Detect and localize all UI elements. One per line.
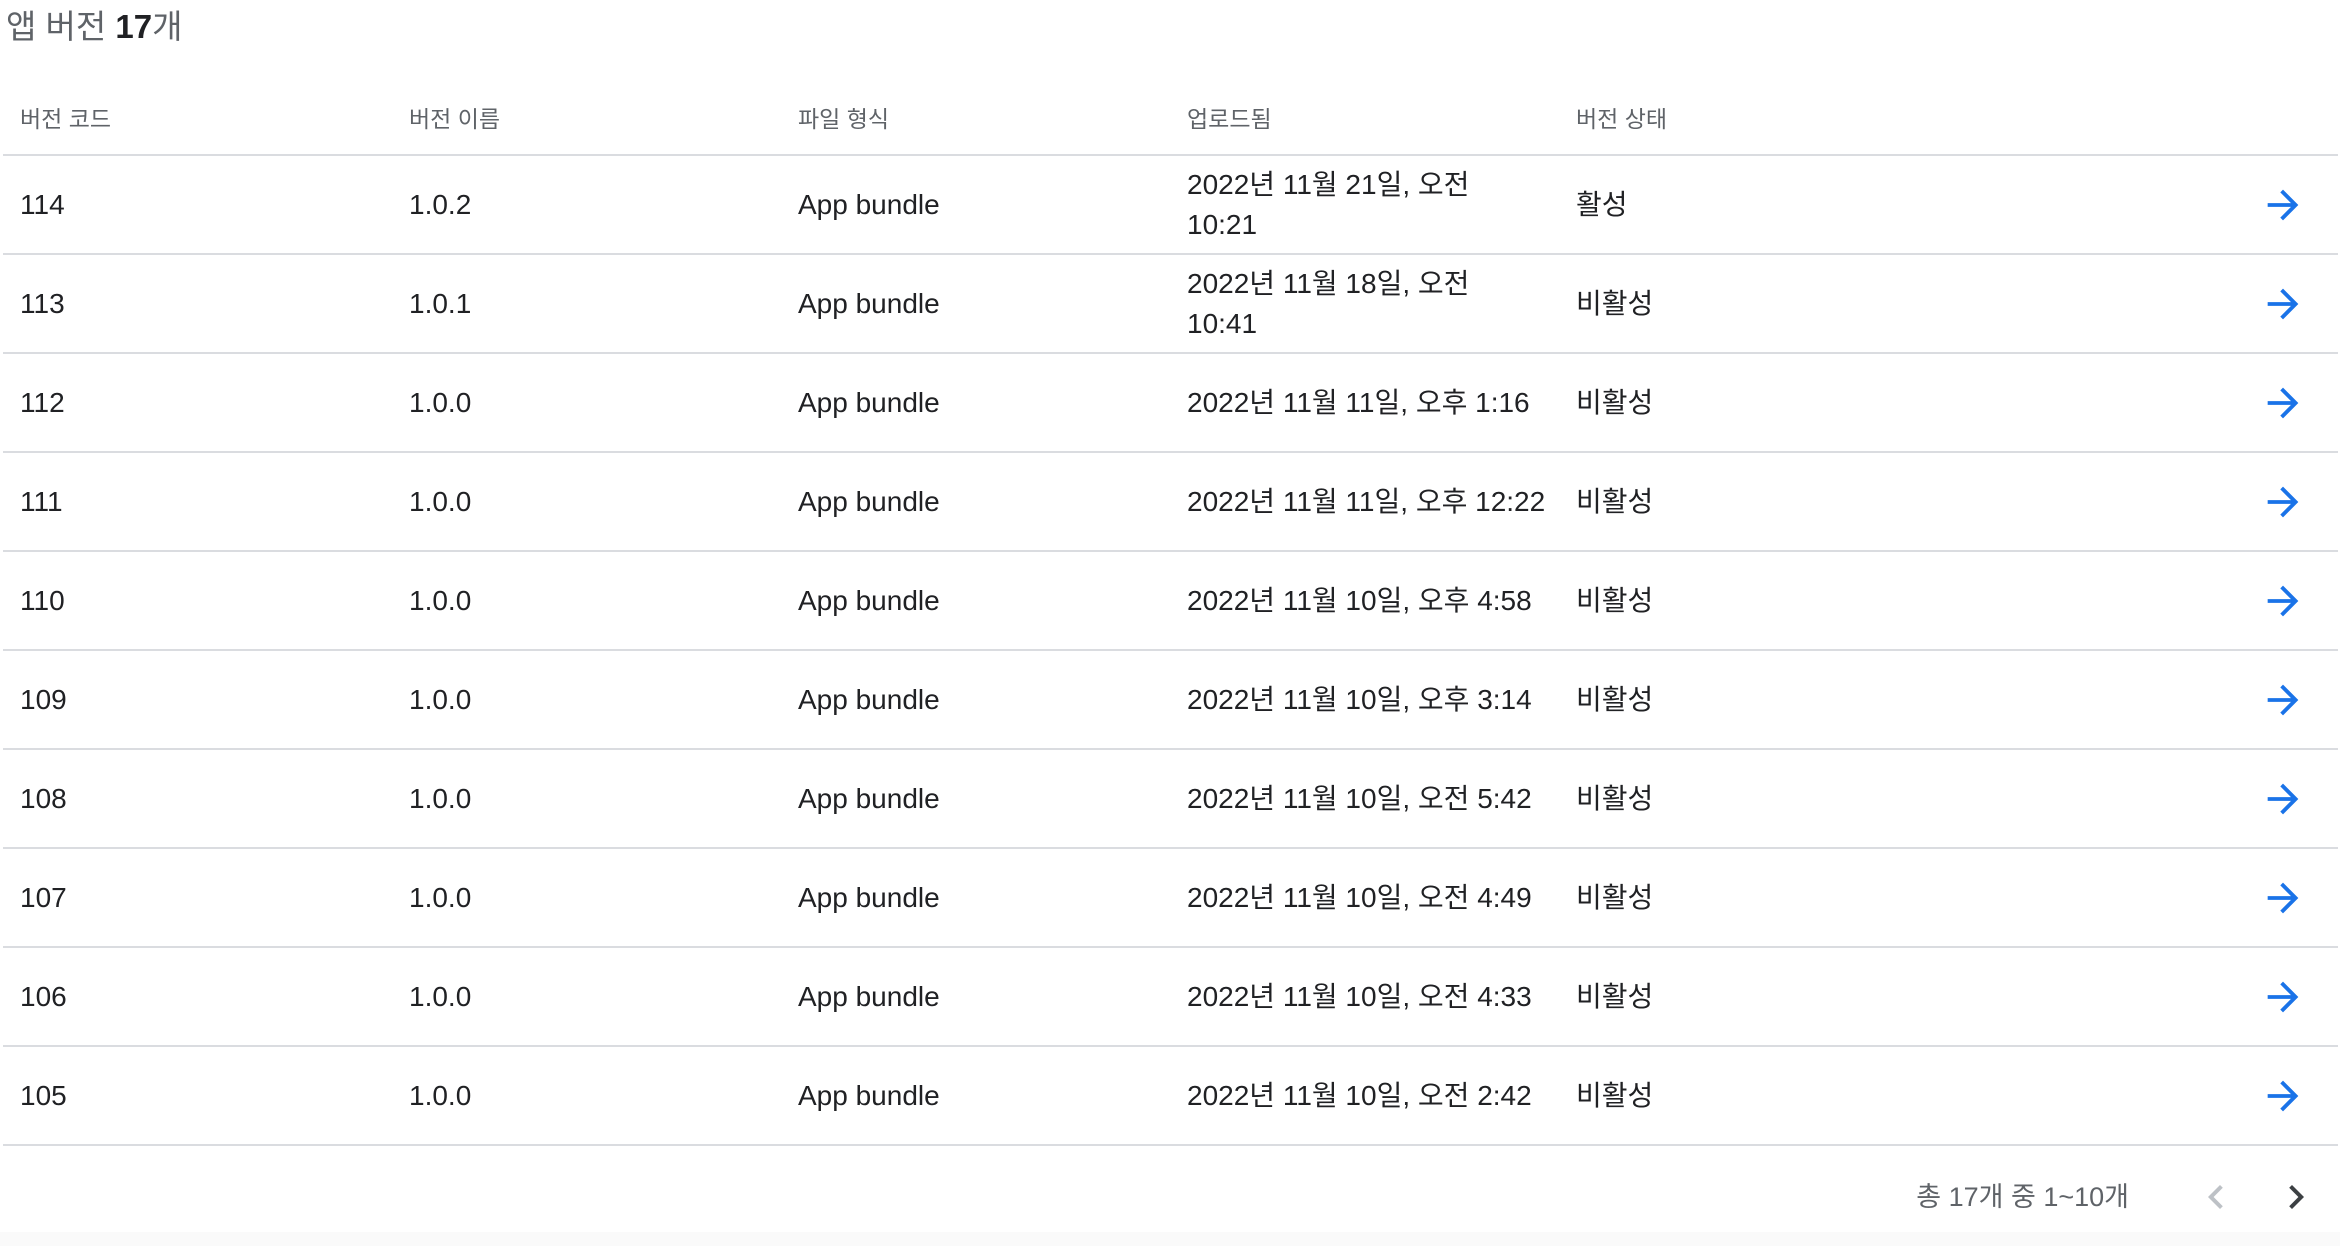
view-version-button[interactable] <box>2260 1073 2306 1119</box>
version-code-cell: 112 <box>20 386 65 418</box>
view-version-button[interactable] <box>2260 677 2306 723</box>
version-status-cell: 활성 <box>1576 188 1628 220</box>
table-row[interactable]: 107 1.0.0 App bundle 2022년 11월 10일, 오전 4:49… <box>3 849 2338 948</box>
version-code-cell: 107 <box>20 881 67 913</box>
table-row[interactable]: 108 1.0.0 App bundle 2022년 11월 10일, 오전 5:42… <box>3 750 2338 849</box>
view-version-button[interactable] <box>2260 974 2306 1020</box>
chevron-right-icon <box>2289 1185 2304 1209</box>
arrow-right-icon <box>2267 189 2299 221</box>
version-code-cell: 111 <box>20 485 63 517</box>
uploaded-cell: 2022년 11월 11일, 오후 12:22 <box>1187 485 1546 517</box>
version-code-cell: 114 <box>20 188 65 220</box>
version-status-cell: 비활성 <box>1576 485 1654 517</box>
version-name-cell: 1.0.0 <box>409 782 472 814</box>
file-format-cell: App bundle <box>798 1079 940 1111</box>
column-header-uploaded[interactable]: 업로드됨 <box>1187 84 1547 154</box>
next-page-button[interactable] <box>2272 1173 2320 1221</box>
file-format-cell: App bundle <box>798 881 940 913</box>
uploaded-cell: 2022년 11월 10일, 오후 3:14 <box>1187 683 1532 715</box>
version-name-cell: 1.0.0 <box>409 881 472 913</box>
version-code-cell: 113 <box>20 287 65 319</box>
version-name-cell: 1.0.2 <box>409 188 472 220</box>
version-status-cell: 비활성 <box>1576 683 1654 715</box>
version-code-cell: 110 <box>20 584 65 616</box>
version-name-cell: 1.0.0 <box>409 584 472 616</box>
version-code-cell: 108 <box>20 782 67 814</box>
version-count: 17 <box>115 8 153 45</box>
file-format-cell: App bundle <box>798 584 940 616</box>
app-versions-table: 버전 코드 버전 이름 파일 형식 업로드됨 버전 상태 114 1.0.2 App… <box>3 84 2338 1146</box>
pagination-footer: 총 17개 중 1~10개 <box>0 1162 2340 1232</box>
view-version-button[interactable] <box>2260 875 2306 921</box>
uploaded-cell: 2022년 11월 10일, 오후 4:58 <box>1187 584 1532 616</box>
file-format-cell: App bundle <box>798 188 940 220</box>
arrow-right-icon <box>2267 783 2299 815</box>
column-header-version-status[interactable]: 버전 상태 <box>1576 84 1876 154</box>
arrow-right-icon <box>2267 882 2299 914</box>
page-title-suffix: 개 <box>152 8 183 45</box>
version-name-cell: 1.0.1 <box>409 287 472 319</box>
table-row[interactable]: 113 1.0.1 App bundle 2022년 11월 18일, 오전 10:4… <box>3 255 2338 354</box>
uploaded-cell: 2022년 11월 10일, 오전 4:33 <box>1187 980 1532 1012</box>
file-format-cell: App bundle <box>798 386 940 418</box>
view-version-button[interactable] <box>2260 380 2306 426</box>
version-name-cell: 1.0.0 <box>409 386 472 418</box>
version-code-cell: 106 <box>20 980 67 1012</box>
arrow-right-icon <box>2267 387 2299 419</box>
view-version-button[interactable] <box>2260 776 2306 822</box>
table-row[interactable]: 112 1.0.0 App bundle 2022년 11월 11일, 오후 1:16… <box>3 354 2338 453</box>
table-row[interactable]: 105 1.0.0 App bundle 2022년 11월 10일, 오전 2:42… <box>3 1047 2338 1146</box>
arrow-right-icon <box>2267 1080 2299 1112</box>
file-format-cell: App bundle <box>798 782 940 814</box>
version-code-cell: 109 <box>20 683 67 715</box>
view-version-button[interactable] <box>2260 479 2306 525</box>
version-status-cell: 비활성 <box>1576 386 1654 418</box>
version-name-cell: 1.0.0 <box>409 1079 472 1111</box>
version-status-cell: 비활성 <box>1576 881 1654 913</box>
version-status-cell: 비활성 <box>1576 287 1654 319</box>
page-title-prefix: 앱 버전 <box>6 8 116 45</box>
version-status-cell: 비활성 <box>1576 782 1654 814</box>
pagination-range: 총 17개 중 1~10개 <box>1916 1182 2129 1212</box>
table-row[interactable]: 114 1.0.2 App bundle 2022년 11월 21일, 오전 10:2… <box>3 156 2338 255</box>
file-format-cell: App bundle <box>798 287 940 319</box>
arrow-right-icon <box>2267 684 2299 716</box>
uploaded-cell: 2022년 11월 10일, 오전 5:42 <box>1187 782 1532 814</box>
version-code-cell: 105 <box>20 1079 67 1111</box>
table-row[interactable]: 111 1.0.0 App bundle 2022년 11월 11일, 오후 12:2… <box>3 453 2338 552</box>
uploaded-cell: 2022년 11월 18일, 오전 10:41 <box>1187 267 1470 339</box>
view-version-button[interactable] <box>2260 182 2306 228</box>
column-header-version-code[interactable]: 버전 코드 <box>20 84 380 154</box>
version-name-cell: 1.0.0 <box>409 485 472 517</box>
uploaded-cell: 2022년 11월 10일, 오전 2:42 <box>1187 1079 1532 1111</box>
table-header: 버전 코드 버전 이름 파일 형식 업로드됨 버전 상태 <box>3 84 2338 156</box>
view-version-button[interactable] <box>2260 281 2306 327</box>
version-status-cell: 비활성 <box>1576 584 1654 616</box>
version-name-cell: 1.0.0 <box>409 980 472 1012</box>
view-version-button[interactable] <box>2260 578 2306 624</box>
column-header-version-name[interactable]: 버전 이름 <box>409 84 769 154</box>
table-row[interactable]: 106 1.0.0 App bundle 2022년 11월 10일, 오전 4:33… <box>3 948 2338 1047</box>
uploaded-cell: 2022년 11월 10일, 오전 4:49 <box>1187 881 1532 913</box>
arrow-right-icon <box>2267 981 2299 1013</box>
version-name-cell: 1.0.0 <box>409 683 472 715</box>
file-format-cell: App bundle <box>798 980 940 1012</box>
arrow-right-icon <box>2267 288 2299 320</box>
version-status-cell: 비활성 <box>1576 980 1654 1012</box>
chevron-left-icon <box>2208 1185 2223 1209</box>
uploaded-cell: 2022년 11월 21일, 오전 10:21 <box>1187 168 1470 240</box>
uploaded-cell: 2022년 11월 11일, 오후 1:16 <box>1187 386 1530 418</box>
page-bottom-strip <box>0 1232 2340 1246</box>
previous-page-button[interactable] <box>2192 1173 2240 1221</box>
table-row[interactable]: 109 1.0.0 App bundle 2022년 11월 10일, 오후 3:14… <box>3 651 2338 750</box>
table-body: 114 1.0.2 App bundle 2022년 11월 21일, 오전 10:2… <box>3 156 2338 1146</box>
table-row[interactable]: 110 1.0.0 App bundle 2022년 11월 10일, 오후 4:58… <box>3 552 2338 651</box>
arrow-right-icon <box>2267 585 2299 617</box>
page-title: 앱 버전 17개 <box>6 4 183 50</box>
arrow-right-icon <box>2267 486 2299 518</box>
file-format-cell: App bundle <box>798 485 940 517</box>
file-format-cell: App bundle <box>798 683 940 715</box>
version-status-cell: 비활성 <box>1576 1079 1654 1111</box>
column-header-file-format[interactable]: 파일 형식 <box>798 84 1158 154</box>
